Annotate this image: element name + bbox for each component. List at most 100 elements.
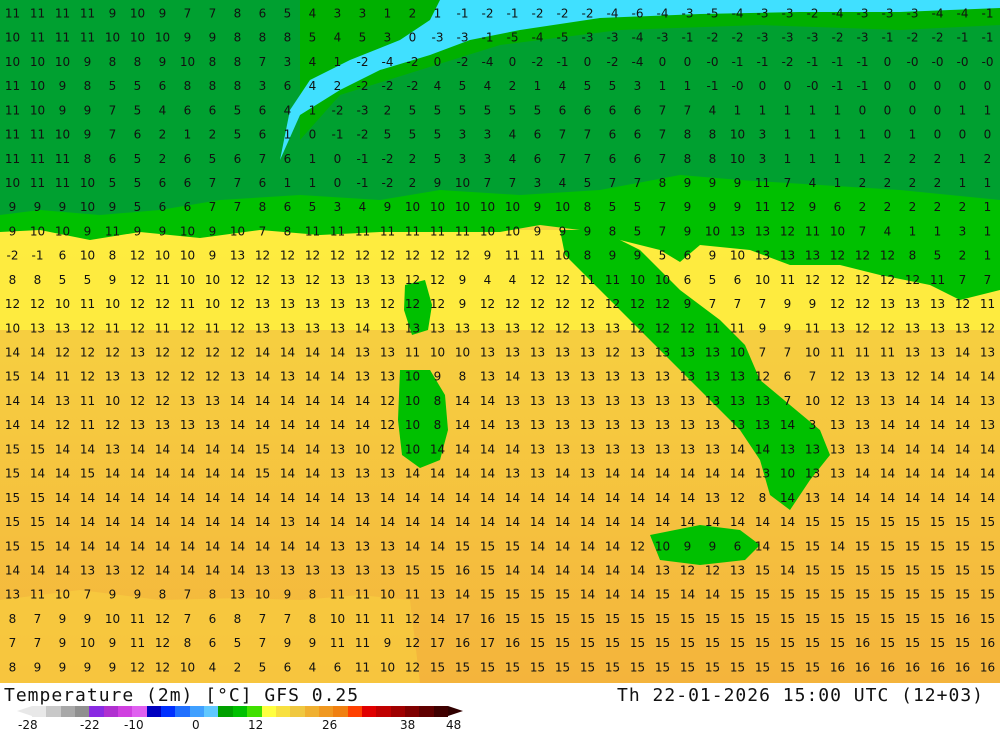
temperature-value: 9 [809, 200, 817, 214]
temperature-value: 5 [59, 273, 67, 287]
temperature-value: 11 [130, 636, 145, 650]
temperature-value: 15 [5, 539, 20, 553]
temperature-value: 10 [505, 224, 520, 238]
temperature-value: 6 [684, 273, 692, 287]
temperature-value: 15 [855, 564, 870, 578]
temperature-value: 14 [780, 491, 795, 505]
temperature-value: 5 [109, 79, 117, 93]
temperature-value: 6 [184, 152, 192, 166]
temperature-value: 14 [80, 491, 95, 505]
temperature-value: 14 [455, 467, 470, 481]
temperature-value: 4 [484, 273, 492, 287]
temperature-value: 10 [205, 273, 220, 287]
temperature-value: 14 [555, 467, 570, 481]
temperature-value: 13 [480, 346, 495, 360]
temperature-value: 14 [180, 467, 195, 481]
temperature-value: 11 [80, 418, 95, 432]
temperature-value: 2 [409, 6, 417, 20]
temperature-value: 1 [284, 128, 292, 142]
temperature-value: 14 [280, 539, 295, 553]
temperature-value: 3 [259, 79, 267, 93]
temperature-value: 13 [380, 564, 395, 578]
temperature-value: 9 [634, 249, 642, 263]
temperature-value: 8 [684, 152, 692, 166]
temperature-value: 8 [234, 31, 242, 45]
temperature-value: 13 [255, 321, 270, 335]
temperature-value: 12 [905, 370, 920, 384]
temperature-value: 14 [30, 418, 45, 432]
temperature-value: -1 [707, 79, 719, 93]
temperature-value: 13 [655, 564, 670, 578]
temperature-value: 13 [805, 249, 820, 263]
temperature-value: 2 [984, 152, 992, 166]
temperature-value: 13 [830, 467, 845, 481]
temperature-value: -3 [782, 31, 794, 45]
temperature-value: 12 [430, 297, 445, 311]
temperature-value: 12 [30, 297, 45, 311]
temperature-value: 10 [405, 200, 420, 214]
temperature-value: 1 [834, 176, 842, 190]
temperature-value: 13 [755, 418, 770, 432]
temperature-value: 6 [534, 128, 542, 142]
temperature-value: 2 [934, 152, 942, 166]
temperature-value: 14 [255, 394, 270, 408]
scale-swatch [189, 706, 205, 717]
temperature-value: 13 [355, 539, 370, 553]
temperature-value: 5 [434, 128, 442, 142]
temperature-value: 10 [405, 394, 420, 408]
temperature-value: 13 [680, 418, 695, 432]
temperature-value: 11 [780, 273, 795, 287]
temperature-value: 11 [380, 224, 395, 238]
temperature-value: 2 [384, 103, 392, 117]
temperature-value: 3 [334, 6, 342, 20]
temperature-value: 15 [930, 564, 945, 578]
temperature-value: 13 [880, 297, 895, 311]
temperature-value: 2 [959, 200, 967, 214]
temperature-value: 15 [555, 660, 570, 674]
temperature-value: 14 [180, 539, 195, 553]
temperature-value: -6 [632, 6, 644, 20]
temperature-value: 12 [905, 273, 920, 287]
temperature-value: 12 [155, 297, 170, 311]
temperature-value: 5 [134, 152, 142, 166]
temperature-value: 1 [984, 249, 992, 263]
temperature-value: 3 [359, 6, 367, 20]
temperature-value: 5 [134, 79, 142, 93]
scale-swatch [204, 706, 219, 717]
temperature-value: 5 [709, 273, 717, 287]
temperature-value: 15 [780, 636, 795, 650]
temperature-value: -3 [357, 103, 369, 117]
temperature-value: 14 [230, 564, 245, 578]
temperature-value: 14 [655, 491, 670, 505]
temperature-value: 1 [784, 152, 792, 166]
temperature-value: 10 [380, 660, 395, 674]
temperature-value: 5 [634, 224, 642, 238]
temperature-value: -1 [32, 249, 44, 263]
temperature-value: 14 [880, 442, 895, 456]
temperature-value: 9 [59, 79, 67, 93]
temperature-value: -3 [857, 31, 869, 45]
temperature-value: 12 [380, 249, 395, 263]
temperature-value: 7 [709, 297, 717, 311]
temperature-value: 11 [105, 224, 120, 238]
temperature-value: 14 [80, 539, 95, 553]
temperature-value: -1 [457, 6, 469, 20]
temperature-value: -2 [832, 31, 844, 45]
temperature-value: 13 [980, 394, 995, 408]
temperature-value: 3 [384, 31, 392, 45]
temperature-value: 13 [580, 346, 595, 360]
scale-tick: -28 [18, 718, 38, 732]
temperature-value: 14 [780, 564, 795, 578]
temperature-value: 14 [430, 491, 445, 505]
temperature-value: 1 [934, 224, 942, 238]
temperature-value: 10 [655, 273, 670, 287]
temperature-value: -4 [832, 6, 844, 20]
temperature-value: 8 [84, 152, 92, 166]
temperature-value: 10 [105, 612, 120, 626]
temperature-value: 12 [355, 249, 370, 263]
temperature-value: 12 [405, 612, 420, 626]
temperature-value: 14 [955, 418, 970, 432]
temperature-value: -1 [857, 55, 869, 69]
temperature-value: 14 [280, 467, 295, 481]
temperature-value: -2 [807, 6, 819, 20]
